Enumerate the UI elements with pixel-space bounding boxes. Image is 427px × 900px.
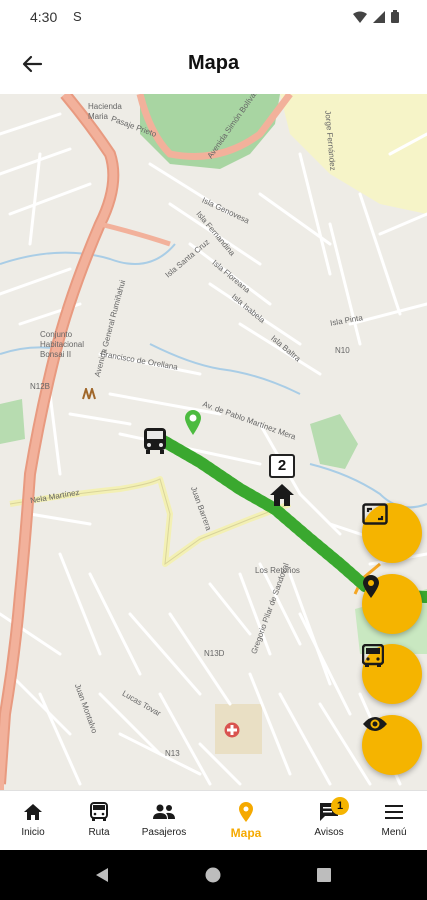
map-label: N13 — [165, 749, 180, 758]
eye-icon — [363, 717, 387, 731]
fullscreen-button[interactable] — [362, 503, 422, 563]
map-label: N12B — [30, 382, 51, 391]
bus-focus-button[interactable] — [362, 644, 422, 704]
system-recents-icon[interactable] — [317, 868, 331, 882]
nav-label: Menú — [381, 827, 407, 838]
stop-count-badge: 2 — [269, 454, 295, 478]
signal-icon — [373, 10, 385, 23]
playground-icon — [82, 388, 96, 400]
nav-item-menu[interactable]: Menú — [359, 791, 427, 851]
status-icons — [353, 10, 399, 23]
hamburger-icon — [385, 805, 403, 819]
bus-icon — [362, 644, 384, 667]
bus-icon — [90, 802, 108, 821]
location-pin-icon — [239, 802, 253, 822]
hospital-icon — [224, 722, 240, 738]
nav-item-mapa[interactable]: Mapa — [211, 791, 281, 851]
home-marker-icon — [270, 484, 294, 506]
stop-marker[interactable]: 2 — [265, 454, 299, 510]
nav-item-pasajeros[interactable]: Pasajeros — [129, 791, 199, 851]
map-canvas — [0, 94, 427, 790]
home-icon — [24, 804, 42, 820]
system-nav-bar — [0, 850, 427, 900]
battery-icon — [391, 10, 399, 23]
fullscreen-icon — [362, 503, 388, 525]
locate-button[interactable] — [362, 574, 422, 634]
system-back-icon[interactable] — [95, 867, 109, 883]
bus-marker-icon[interactable] — [142, 427, 168, 455]
nav-item-inicio[interactable]: Inicio — [0, 791, 68, 851]
visibility-button[interactable] — [362, 715, 422, 775]
app-bar: Mapa — [0, 34, 427, 94]
location-pin-icon — [363, 575, 379, 598]
nav-item-avisos[interactable]: 1 Avisos — [294, 791, 364, 851]
route-start-pin-icon[interactable] — [184, 409, 202, 435]
bottom-nav: Inicio Ruta Pasajeros Mapa 1 Avisos Menú — [0, 790, 427, 850]
nav-label: Ruta — [88, 827, 110, 838]
status-time: 4:30 — [30, 9, 58, 25]
nav-label: Inicio — [21, 827, 45, 838]
map-view[interactable]: Hacienda Maria Avenida Simón Bolívar Jor… — [0, 94, 427, 790]
nav-label: Avisos — [314, 827, 344, 838]
nav-item-ruta[interactable]: Ruta — [64, 791, 134, 851]
page-title: Mapa — [187, 52, 240, 74]
status-bar: 4:30 S — [0, 0, 427, 34]
screen: 4:30 S Mapa Hacienda Maria Avenida Simón… — [0, 0, 427, 900]
notification-badge: 1 — [331, 797, 349, 815]
people-icon — [153, 804, 175, 819]
status-sim-indicator: S — [73, 9, 82, 24]
map-label: N10 — [335, 346, 350, 355]
nav-label: Mapa — [230, 826, 262, 840]
system-home-icon[interactable] — [205, 867, 221, 883]
wifi-icon — [353, 11, 367, 23]
nav-label: Pasajeros — [141, 827, 187, 838]
map-label: N13D — [204, 649, 225, 658]
